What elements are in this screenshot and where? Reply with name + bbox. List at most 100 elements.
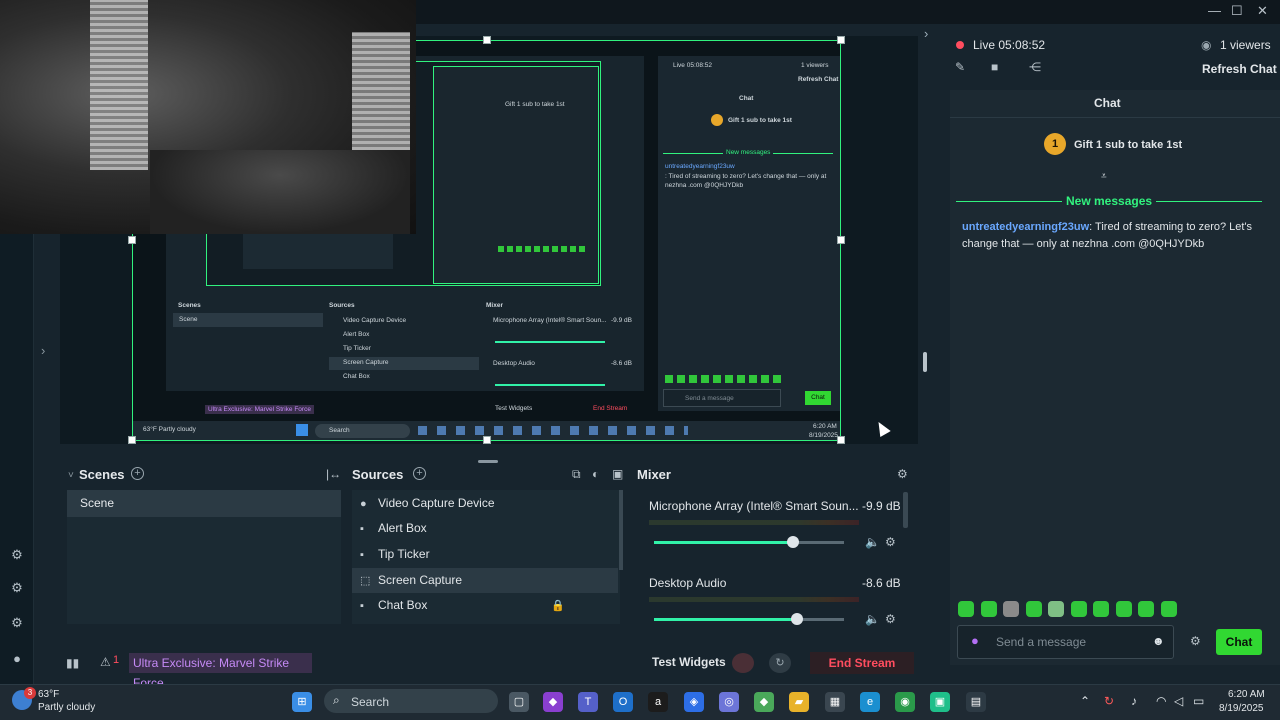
desktop-settings-icon[interactable]: ⚙ [885, 612, 896, 626]
theme-icon[interactable]: ⚙ [9, 580, 25, 596]
wifi-icon[interactable]: ◠ [1156, 694, 1166, 708]
mic-mute-icon[interactable]: 🔈 [865, 535, 880, 549]
nested-new-messages: New messages [723, 149, 774, 156]
app-icon[interactable]: ◎ [719, 692, 739, 712]
collapse-chat-icon[interactable]: › [924, 26, 928, 41]
desktop-mute-icon[interactable]: 🔈 [865, 612, 880, 626]
mic-icon[interactable]: ● [971, 633, 979, 648]
rec-button[interactable] [732, 653, 754, 673]
file-explorer-icon[interactable]: ▰ [789, 692, 809, 712]
scene-transition-icon[interactable]: |↔ [326, 467, 341, 481]
stats-icon[interactable]: ▮▮ [66, 656, 79, 670]
streamlabs-icon[interactable]: ▣ [930, 692, 950, 712]
source-chat-box[interactable]: Chat Box [352, 593, 618, 618]
tray-mic-icon[interactable]: ♪ [1131, 694, 1137, 708]
emote-icon[interactable] [1003, 601, 1019, 617]
source-group-icon[interactable]: ⧉ [572, 467, 581, 482]
resize-handle-bottom[interactable] [483, 436, 491, 444]
replay-button[interactable]: ↻ [769, 653, 791, 673]
scene-item[interactable]: Scene [67, 490, 341, 517]
dropbox-icon[interactable]: ◈ [684, 692, 704, 712]
volume-icon[interactable]: ◁ [1174, 694, 1183, 708]
edit-icon[interactable]: ✎ [955, 60, 965, 74]
chat-send-button[interactable]: Chat [1216, 629, 1262, 655]
chat-settings-icon[interactable]: ⚙ [1190, 634, 1201, 648]
resize-handle-right[interactable] [837, 236, 845, 244]
edge-icon[interactable]: e [860, 692, 880, 712]
chat-input-placeholder[interactable]: Send a message [996, 635, 1086, 649]
gift-badge[interactable]: 1 [1044, 133, 1066, 155]
outlook-icon[interactable]: O [613, 692, 633, 712]
profile-icon[interactable]: ● [9, 651, 25, 667]
settings-icon[interactable]: ⚙ [9, 615, 25, 631]
end-stream-button[interactable]: End Stream [810, 652, 914, 674]
amazon-icon[interactable]: a [648, 692, 668, 712]
add-scene-icon[interactable]: + [131, 467, 144, 480]
resize-handle-top-right[interactable] [837, 36, 845, 44]
resize-handle-top[interactable] [483, 36, 491, 44]
minimize-button[interactable]: — [1208, 3, 1221, 18]
store-icon[interactable]: ◆ [754, 692, 774, 712]
emote-icon[interactable] [1093, 601, 1109, 617]
video-icon[interactable]: ■ [991, 60, 998, 74]
mic-settings-icon[interactable]: ⚙ [885, 535, 896, 549]
splitter-handle[interactable] [923, 352, 927, 372]
emote-icon[interactable] [1026, 601, 1042, 617]
battery-icon[interactable]: ▭ [1193, 694, 1204, 708]
nested-desktop-db: -8.6 dB [611, 360, 632, 367]
desktop-volume-knob[interactable] [791, 613, 803, 625]
scroll-down-icon[interactable]: ⩡ [1101, 171, 1107, 182]
scenes-collapse-icon[interactable]: ˅ [68, 470, 74, 481]
emote-icon[interactable] [981, 601, 997, 617]
gift-sub-text[interactable]: Gift 1 sub to take 1st [1074, 139, 1182, 151]
source-folder-icon[interactable]: ▣ [612, 467, 623, 481]
emote-icon[interactable] [1161, 601, 1177, 617]
clock-time[interactable]: 6:20 AM [1228, 689, 1265, 700]
refresh-chat-button[interactable]: Refresh Chat [1202, 62, 1277, 76]
share-icon[interactable]: ⋲ [1029, 60, 1041, 74]
clock-date[interactable]: 8/19/2025 [1219, 703, 1264, 714]
promo-banner[interactable]: Ultra Exclusive: Marvel Strike Force [129, 653, 312, 690]
widget-icon[interactable]: ⚙ [9, 547, 25, 563]
maximize-button[interactable]: ☐ [1231, 3, 1243, 19]
lock-icon[interactable]: 🔒 [551, 599, 565, 612]
emote-icon[interactable] [1071, 601, 1087, 617]
test-widgets-label[interactable]: Test Widgets [652, 655, 726, 669]
copilot-icon[interactable]: ◆ [543, 692, 563, 712]
sources-scrollbar[interactable] [619, 490, 623, 570]
source-alert-box[interactable]: Alert Box [352, 516, 618, 541]
source-tip-ticker[interactable]: Tip Ticker [352, 542, 618, 567]
panel-drag-handle[interactable] [478, 460, 498, 463]
source-screen-capture[interactable]: Screen Capture [352, 568, 618, 593]
emote-icon[interactable] [1116, 601, 1132, 617]
add-source-icon[interactable]: + [413, 467, 426, 480]
source-visibility-icon[interactable]: ◐ [592, 467, 599, 481]
mixer-settings-icon[interactable]: ⚙ [897, 467, 908, 481]
terminal-icon[interactable]: ▤ [966, 692, 986, 712]
mic-volume-knob[interactable] [787, 536, 799, 548]
viewer-count: 1 viewers [1220, 38, 1271, 52]
nested-src2: Alert Box [343, 331, 370, 338]
resize-handle-bottom-right[interactable] [837, 436, 845, 444]
chrome-icon[interactable]: ◉ [895, 692, 915, 712]
expand-left-icon[interactable]: › [41, 343, 45, 358]
resize-handle-bottom-left[interactable] [128, 436, 136, 444]
start-icon[interactable]: ⊞ [292, 692, 312, 712]
emoji-icon[interactable]: ☻ [1152, 634, 1165, 648]
emote-icon[interactable] [958, 601, 974, 617]
alert-queue-icon[interactable]: ⚠ [100, 655, 111, 669]
resize-handle-left[interactable] [128, 236, 136, 244]
tray-sync-icon[interactable]: ↻ [1104, 694, 1114, 708]
emote-icon[interactable] [1048, 601, 1064, 617]
emote-icon[interactable] [1138, 601, 1154, 617]
teams-icon[interactable]: T [578, 692, 598, 712]
chat-message-username[interactable]: untreatedyearningf23uw [962, 221, 1089, 233]
source-video-capture[interactable]: Video Capture Device [352, 491, 618, 516]
ms-store-icon[interactable]: ▦ [825, 692, 845, 712]
task-view-icon[interactable]: ▢ [509, 692, 529, 712]
chat-message: untreatedyearningf23uw: Tired of streami… [962, 219, 1262, 253]
close-button[interactable]: ✕ [1257, 3, 1268, 19]
tray-overflow-icon[interactable]: ⌃ [1080, 694, 1090, 708]
nested-gift: Gift 1 sub to take 1st [728, 117, 792, 124]
mixer-scrollbar[interactable] [903, 492, 908, 528]
